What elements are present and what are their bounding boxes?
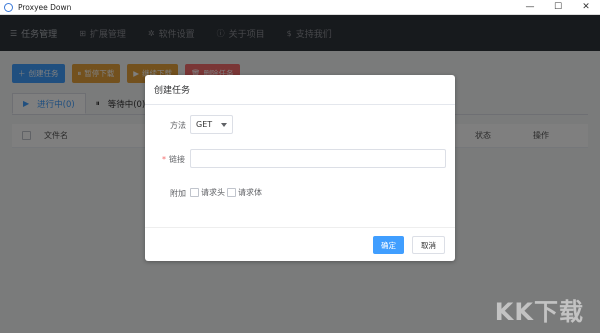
extra-label: 附加 bbox=[170, 189, 186, 198]
required-asterisk: * bbox=[162, 155, 166, 164]
url-label-text: 链接 bbox=[169, 155, 185, 164]
create-task-dialog: 创建任务 方法 GET * 链接 附加 请求头 请求体 确定 取消 bbox=[145, 75, 455, 261]
watermark-logo: KK下载 bbox=[494, 298, 584, 326]
option-label: 请求头 bbox=[201, 188, 225, 197]
minimize-button[interactable]: — bbox=[516, 0, 544, 15]
window-title: Proxyee Down bbox=[18, 2, 72, 12]
window-titlebar: Proxyee Down — ☐ ✕ bbox=[0, 0, 600, 15]
request-headers-option[interactable]: 请求头 bbox=[190, 187, 225, 198]
option-label: 请求体 bbox=[238, 188, 262, 197]
confirm-button[interactable]: 确定 bbox=[373, 236, 404, 254]
request-body-checkbox[interactable] bbox=[227, 188, 236, 197]
close-button[interactable]: ✕ bbox=[572, 0, 600, 15]
window-controls: — ☐ ✕ bbox=[516, 0, 600, 15]
request-headers-checkbox[interactable] bbox=[190, 188, 199, 197]
app-logo-icon bbox=[4, 2, 13, 12]
cancel-button[interactable]: 取消 bbox=[412, 236, 445, 254]
dialog-title: 创建任务 bbox=[145, 75, 455, 105]
caret-down-icon bbox=[221, 123, 227, 127]
request-body-option[interactable]: 请求体 bbox=[227, 187, 262, 198]
dialog-footer-divider bbox=[145, 227, 455, 228]
maximize-button[interactable]: ☐ bbox=[544, 0, 572, 15]
method-select[interactable]: GET bbox=[190, 115, 233, 134]
url-label: * 链接 bbox=[162, 154, 185, 165]
method-value: GET bbox=[196, 120, 213, 129]
url-input[interactable] bbox=[190, 149, 446, 168]
method-label: 方法 bbox=[170, 121, 186, 130]
